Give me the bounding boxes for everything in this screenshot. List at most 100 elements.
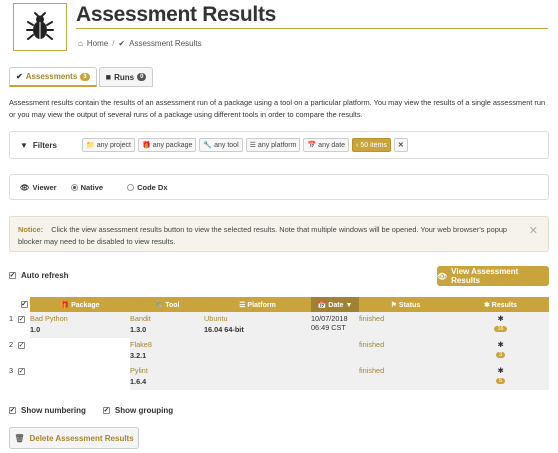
breadcrumb-home[interactable]: Home	[87, 39, 108, 48]
package-column-header[interactable]: 🎁 Package	[30, 297, 130, 312]
tool-column-header[interactable]: 🔧 Tool	[130, 297, 204, 312]
row-select[interactable]: ✓	[18, 364, 30, 390]
package-filter-label: any package	[152, 141, 193, 149]
results-cell[interactable]: ✱ 3	[452, 338, 549, 364]
status-value[interactable]: finished	[359, 314, 384, 323]
tool-name[interactable]: Bandit	[130, 314, 151, 323]
date-filter-label: any date	[318, 141, 346, 149]
native-radio[interactable]: Native	[70, 183, 103, 192]
status-header-label: Status	[398, 301, 421, 309]
number-header	[9, 297, 18, 312]
delete-results-button[interactable]: 🗑 Delete Assessment Results	[9, 427, 139, 449]
chevron-left-icon: ‹	[356, 141, 359, 149]
results-count-badge[interactable]: 5	[495, 378, 506, 384]
close-icon: ✕	[397, 142, 404, 149]
radio-selected[interactable]	[70, 183, 78, 191]
show-grouping-checkbox[interactable]: ✓	[102, 407, 110, 414]
package-name[interactable]: Bad Python	[30, 314, 68, 323]
close-icon[interactable]: ✕	[529, 225, 538, 237]
tab-assessments[interactable]: ✔ Assessments 3	[9, 67, 97, 87]
gift-icon: 🎁	[60, 301, 70, 309]
select-all-header[interactable]: ✓	[18, 297, 30, 312]
wrench-icon: 🔧	[203, 142, 213, 149]
package-cell	[30, 338, 130, 364]
results-cell[interactable]: ✱ 5	[452, 364, 549, 390]
folder-icon: 📁	[86, 142, 95, 149]
package-cell: Bad Python 1.0	[30, 312, 130, 338]
tool-name[interactable]: Flake8	[130, 340, 152, 349]
status-value[interactable]: finished	[359, 340, 384, 349]
viewer-title: Viewer	[32, 182, 57, 192]
platform-cell: Ubuntu 16.04 64-bit	[204, 312, 311, 338]
platform-filter-button[interactable]: ☰ any platform	[245, 138, 301, 152]
limit-filter-label: 50 items	[360, 141, 387, 149]
row-select[interactable]: ✓	[18, 338, 30, 364]
tool-name[interactable]: Pylint	[130, 366, 148, 375]
breadcrumb-current: Assessment Results	[129, 39, 202, 48]
trash-icon: 🗑	[14, 433, 25, 443]
view-results-button[interactable]: 👁 View Assessment Results	[437, 266, 549, 286]
tab-count-badge: 3	[80, 72, 90, 81]
view-results-label: View Assessment Results	[451, 267, 519, 285]
bug-icon: ✱	[497, 314, 504, 323]
bug-icon: ✱	[483, 301, 490, 309]
tool-version: 3.2.1	[130, 351, 147, 360]
viewer-label: 👁 Viewer	[20, 183, 57, 192]
tab-runs[interactable]: ■ Runs 0	[98, 67, 154, 87]
row-number: 3	[9, 366, 14, 375]
date-column-header[interactable]: 📅 Date ▼	[311, 297, 359, 312]
notice-alert: Notice: Click the view assessment result…	[9, 216, 549, 252]
bug-icon: ✱	[497, 366, 504, 375]
filters-panel: ▼ Filters 📁 any project 🎁 any package 🔧 any…	[9, 131, 549, 159]
status-column-header[interactable]: ⚑ Status	[359, 297, 452, 312]
row-checkbox[interactable]: ✓	[18, 316, 25, 323]
tag-icon: ⚑	[390, 301, 397, 309]
date-filter-button[interactable]: 📅 any date	[303, 138, 350, 152]
status-value[interactable]: finished	[359, 366, 384, 375]
table-row[interactable]: 1 ✓ Bad Python 1.0 Bandit 1.3.0 Ubuntu 16.0…	[9, 312, 549, 338]
select-all-checkbox[interactable]: ✓	[20, 301, 28, 308]
table-row[interactable]: 2 ✓ Flake8 3.2.1 finished ✱ 3	[9, 338, 549, 364]
auto-refresh-checkbox[interactable]: ✓ Auto refresh	[9, 271, 69, 280]
results-column-header[interactable]: ✱ Results	[452, 297, 549, 312]
project-filter-button[interactable]: 📁 any project	[82, 138, 135, 152]
table-options: ✓ Show numbering ✓ Show grouping	[9, 406, 173, 415]
platform-cell	[204, 364, 311, 390]
tool-cell: Pylint 1.6.4	[130, 364, 204, 390]
calendar-icon: 📅	[307, 142, 317, 149]
breadcrumb-separator: /	[112, 39, 115, 48]
codedx-radio[interactable]: Code Dx	[127, 182, 168, 192]
check-icon: ✔	[118, 39, 126, 48]
checkbox-checked[interactable]: ✓	[9, 272, 16, 279]
list-icon: ☰	[239, 301, 246, 309]
package-header-label: Package	[71, 301, 100, 309]
clear-filters-button[interactable]: ✕	[393, 138, 408, 152]
bug-icon	[24, 11, 56, 43]
radio-unselected[interactable]	[127, 183, 135, 191]
codedx-label: Code Dx	[137, 182, 168, 192]
date-cell: 10/07/2018 06:49 CST	[311, 312, 359, 338]
results-count-badge[interactable]: 16	[494, 326, 507, 332]
limit-filter-button[interactable]: ‹ 50 items	[352, 138, 391, 152]
row-checkbox[interactable]: ✓	[18, 368, 25, 375]
results-count-badge[interactable]: 3	[495, 352, 506, 358]
row-checkbox[interactable]: ✓	[18, 342, 25, 349]
check-icon: ✔	[16, 72, 23, 81]
tab-count-badge: 0	[137, 73, 147, 81]
tool-version: 1.3.0	[130, 325, 147, 334]
status-cell: finished	[359, 364, 452, 390]
platform-name[interactable]: Ubuntu	[204, 314, 228, 323]
list-icon: ☰	[249, 142, 256, 149]
viewer-panel: 👁 Viewer Native Code Dx	[9, 174, 549, 200]
table-row[interactable]: 3 ✓ Pylint 1.6.4 finished ✱ 5	[9, 364, 549, 390]
platform-column-header[interactable]: ☰ Platform	[204, 297, 311, 312]
results-cell[interactable]: ✱ 16	[452, 312, 549, 338]
show-numbering-checkbox[interactable]: ✓	[9, 407, 16, 414]
platform-filter-label: any platform	[257, 141, 297, 149]
show-grouping-label: Show grouping	[114, 406, 174, 415]
tool-filter-button[interactable]: 🔧 any tool	[199, 138, 243, 152]
row-select[interactable]: ✓	[18, 312, 30, 338]
package-filter-button[interactable]: 🎁 any package	[137, 138, 197, 152]
row-number: 1	[9, 314, 14, 323]
sort-down-icon: ▼	[345, 301, 353, 309]
